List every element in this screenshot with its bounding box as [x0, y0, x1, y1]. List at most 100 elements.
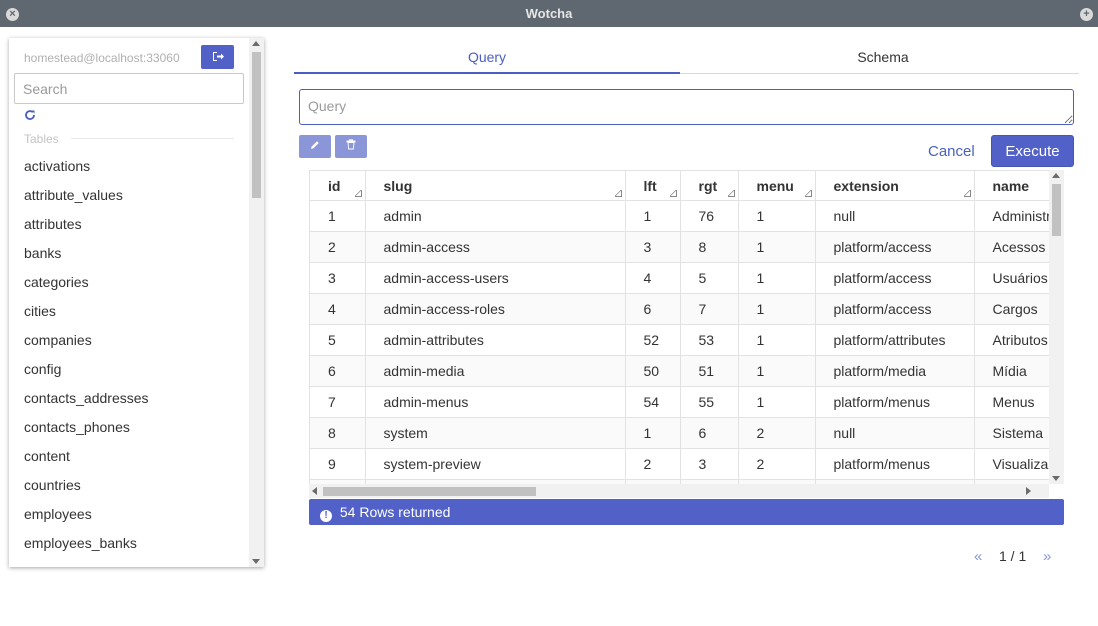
delete-button[interactable]: [335, 135, 367, 158]
grid-vertical-scrollbar[interactable]: [1049, 170, 1064, 484]
sidebar-table-item[interactable]: employees: [24, 500, 244, 529]
prev-page-link[interactable]: «: [974, 548, 982, 565]
table-cell[interactable]: 3: [310, 262, 366, 294]
column-header-lft[interactable]: lft: [625, 170, 681, 201]
table-row[interactable]: 5 admin-attributes 52 53 1 platform/attribute…: [310, 324, 1064, 356]
table-cell[interactable]: 7: [310, 386, 366, 418]
table-cell[interactable]: 3: [680, 448, 739, 480]
table-cell[interactable]: 55: [680, 386, 739, 418]
scroll-right-icon[interactable]: [1026, 487, 1031, 495]
table-row[interactable]: 4 admin-access-roles 6 7 1 platform/access Car…: [310, 293, 1064, 325]
table-cell[interactable]: admin-access-roles: [365, 293, 626, 325]
table-row[interactable]: 7 admin-menus 54 55 1 platform/menus Menus: [310, 386, 1064, 418]
execute-button[interactable]: Execute: [991, 135, 1074, 167]
table-cell[interactable]: 1: [738, 231, 816, 263]
column-header-extension[interactable]: extension: [815, 170, 975, 201]
scroll-left-icon[interactable]: [312, 487, 317, 495]
table-cell[interactable]: 1: [738, 355, 816, 387]
table-cell[interactable]: 52: [625, 324, 681, 356]
table-cell[interactable]: 54: [625, 386, 681, 418]
scroll-down-icon[interactable]: [252, 559, 260, 564]
table-cell[interactable]: null: [815, 200, 975, 232]
table-cell[interactable]: 2: [625, 448, 681, 480]
table-cell[interactable]: system: [365, 417, 626, 449]
table-cell[interactable]: admin-access-users: [365, 262, 626, 294]
sidebar-scrollbar[interactable]: [249, 38, 264, 567]
table-cell[interactable]: null: [815, 417, 975, 449]
table-cell[interactable]: admin-access: [365, 231, 626, 263]
sidebar-table-item[interactable]: contacts_phones: [24, 413, 244, 442]
sidebar-table-item[interactable]: content: [24, 442, 244, 471]
table-cell[interactable]: admin-menus: [365, 386, 626, 418]
table-cell[interactable]: 50: [625, 355, 681, 387]
table-cell[interactable]: 1: [738, 386, 816, 418]
close-icon[interactable]: ×: [6, 8, 19, 21]
refresh-icon[interactable]: [24, 108, 36, 124]
table-cell[interactable]: 7: [680, 293, 739, 325]
sidebar-table-item[interactable]: employees_roles: [24, 558, 244, 567]
table-cell[interactable]: 2: [310, 231, 366, 263]
table-cell[interactable]: 1: [738, 200, 816, 232]
table-cell[interactable]: 6: [310, 355, 366, 387]
sidebar-table-item[interactable]: banks: [24, 239, 244, 268]
table-cell[interactable]: platform/access: [815, 293, 975, 325]
scroll-up-icon[interactable]: [252, 41, 260, 46]
table-row[interactable]: 8 system 1 6 2 null Sistema: [310, 417, 1064, 449]
table-cell[interactable]: admin-media: [365, 355, 626, 387]
table-cell[interactable]: 53: [680, 324, 739, 356]
next-page-link[interactable]: »: [1043, 548, 1051, 565]
table-cell[interactable]: 1: [625, 417, 681, 449]
sidebar-table-item[interactable]: cities: [24, 297, 244, 326]
table-cell[interactable]: platform/access: [815, 262, 975, 294]
search-input[interactable]: [14, 73, 244, 104]
table-row[interactable]: 6 admin-media 50 51 1 platform/media Mídia: [310, 355, 1064, 387]
table-cell[interactable]: platform/media: [815, 355, 975, 387]
table-cell[interactable]: 1: [625, 200, 681, 232]
query-input[interactable]: [299, 89, 1074, 125]
scroll-down-icon[interactable]: [1052, 476, 1060, 481]
table-row[interactable]: 3 admin-access-users 4 5 1 platform/access Usu…: [310, 262, 1064, 294]
table-cell[interactable]: 1: [738, 324, 816, 356]
table-cell[interactable]: 5: [310, 324, 366, 356]
table-cell[interactable]: 5: [680, 262, 739, 294]
column-header-id[interactable]: id: [310, 170, 366, 201]
table-cell[interactable]: 3: [625, 231, 681, 263]
table-cell[interactable]: 1: [738, 262, 816, 294]
table-cell[interactable]: admin-attributes: [365, 324, 626, 356]
table-cell[interactable]: 6: [625, 293, 681, 325]
tab-query[interactable]: Query: [294, 42, 680, 74]
column-header-slug[interactable]: slug: [365, 170, 626, 201]
table-cell[interactable]: admin: [365, 200, 626, 232]
table-cell[interactable]: 76: [680, 200, 739, 232]
table-cell[interactable]: 1: [310, 200, 366, 232]
table-cell[interactable]: system-preview: [365, 448, 626, 480]
table-row[interactable]: 2 admin-access 3 8 1 platform/access Acessos: [310, 231, 1064, 263]
edit-button[interactable]: [299, 135, 331, 158]
table-cell[interactable]: 8: [680, 231, 739, 263]
table-cell[interactable]: 8: [310, 417, 366, 449]
tab-schema[interactable]: Schema: [687, 42, 1079, 74]
sidebar-table-item[interactable]: categories: [24, 268, 244, 297]
table-cell[interactable]: 6: [680, 417, 739, 449]
sidebar-table-item[interactable]: employees_banks: [24, 529, 244, 558]
table-cell[interactable]: 9: [310, 448, 366, 480]
table-cell[interactable]: 2: [738, 417, 816, 449]
column-header-menu[interactable]: menu: [738, 170, 816, 201]
cancel-button[interactable]: Cancel: [928, 143, 975, 160]
sidebar-table-item[interactable]: contacts_addresses: [24, 384, 244, 413]
table-cell[interactable]: 1: [738, 293, 816, 325]
logout-button[interactable]: [201, 45, 234, 69]
sidebar-table-item[interactable]: attribute_values: [24, 181, 244, 210]
table-cell[interactable]: 4: [310, 293, 366, 325]
sidebar-table-item[interactable]: config: [24, 355, 244, 384]
sidebar-table-item[interactable]: attributes: [24, 210, 244, 239]
scrollbar-thumb[interactable]: [323, 487, 536, 496]
sidebar-table-item[interactable]: companies: [24, 326, 244, 355]
scrollbar-thumb[interactable]: [1052, 184, 1061, 236]
table-cell[interactable]: platform/menus: [815, 386, 975, 418]
table-cell[interactable]: 51: [680, 355, 739, 387]
table-cell[interactable]: 4: [625, 262, 681, 294]
table-cell[interactable]: 2: [738, 448, 816, 480]
table-row[interactable]: 1admin1761nullAdministração: [310, 200, 1064, 232]
grid-horizontal-scrollbar[interactable]: [309, 484, 1049, 498]
